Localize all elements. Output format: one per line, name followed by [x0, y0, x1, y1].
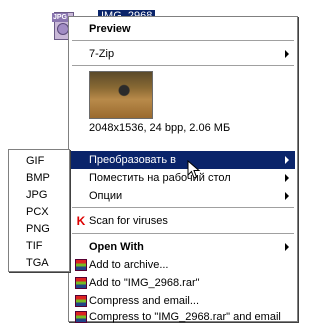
menu-item-label: Compress and email... [89, 295, 200, 307]
menu-item-label: Преобразовать в [89, 154, 176, 166]
winrar-icon [75, 311, 87, 323]
separator [72, 207, 294, 209]
menu-item-label: Add to archive... [89, 259, 169, 271]
submenu-item-png[interactable]: PNG [26, 220, 50, 238]
submenu-item-tif[interactable]: TIF [26, 237, 43, 255]
menu-item-label: Preview [89, 23, 131, 35]
menu-item-7zip[interactable]: 7-Zip [71, 45, 295, 63]
submenu-arrow-icon [285, 174, 289, 182]
submenu-arrow-icon [285, 156, 289, 164]
submenu-item-gif[interactable]: GIF [26, 152, 44, 170]
menu-item-preview[interactable]: Preview [71, 20, 295, 38]
image-thumbnail [89, 71, 153, 119]
winrar-icon [75, 259, 87, 271]
mouse-cursor-icon [187, 160, 201, 179]
menu-item-label: Scan for viruses [89, 215, 168, 227]
kaspersky-icon: K [76, 214, 86, 228]
menu-item-convert[interactable]: Преобразовать в [71, 151, 295, 169]
menu-item-label: Опции [89, 190, 123, 202]
menu-item-scan[interactable]: K Scan for viruses [71, 212, 295, 230]
menu-item-add-rar[interactable]: Add to "IMG_2968.rar" [71, 274, 295, 292]
menu-item-label: Add to "IMG_2968.rar" [89, 277, 200, 289]
image-info-text: 2048x1536, 24 bpp, 2.06 МБ [89, 122, 231, 134]
winrar-icon [75, 295, 87, 307]
submenu-item-pcx[interactable]: PCX [26, 203, 49, 221]
context-menu: Preview 7-Zip 2048x1536, 24 bpp, 2.06 МБ… [68, 16, 298, 323]
submenu-item-jpg[interactable]: JPG [26, 186, 47, 204]
menu-item-label: 7-Zip [89, 48, 115, 60]
menu-item-label: Поместить на рабочий стол [89, 172, 231, 184]
menu-item-open-with[interactable]: Open With [71, 238, 295, 256]
menu-item-compress-rar-email[interactable]: Compress to "IMG_2968.rar" and email [71, 308, 295, 326]
file-type-tag: JPG [52, 13, 69, 22]
menu-item-set-desktop[interactable]: Поместить на рабочий стол [71, 169, 295, 187]
menu-item-image-info: 2048x1536, 24 bpp, 2.06 МБ [71, 119, 295, 137]
menu-item-options[interactable]: Опции [71, 187, 295, 205]
separator [72, 65, 294, 67]
submenu-arrow-icon [285, 243, 289, 251]
submenu-arrow-icon [285, 192, 289, 200]
submenu-item-bmp[interactable]: BMP [26, 169, 50, 187]
submenu-item-tga[interactable]: TGA [26, 254, 49, 272]
separator [72, 233, 294, 235]
menu-item-label: Compress to "IMG_2968.rar" and email [89, 311, 281, 323]
separator [72, 40, 294, 42]
menu-item-add-archive[interactable]: Add to archive... [71, 256, 295, 274]
winrar-icon [75, 277, 87, 289]
convert-submenu: GIF BMP JPG PCX PNG TIF TGA [8, 149, 70, 272]
submenu-arrow-icon [285, 50, 289, 58]
menu-item-label: Open With [89, 241, 144, 253]
